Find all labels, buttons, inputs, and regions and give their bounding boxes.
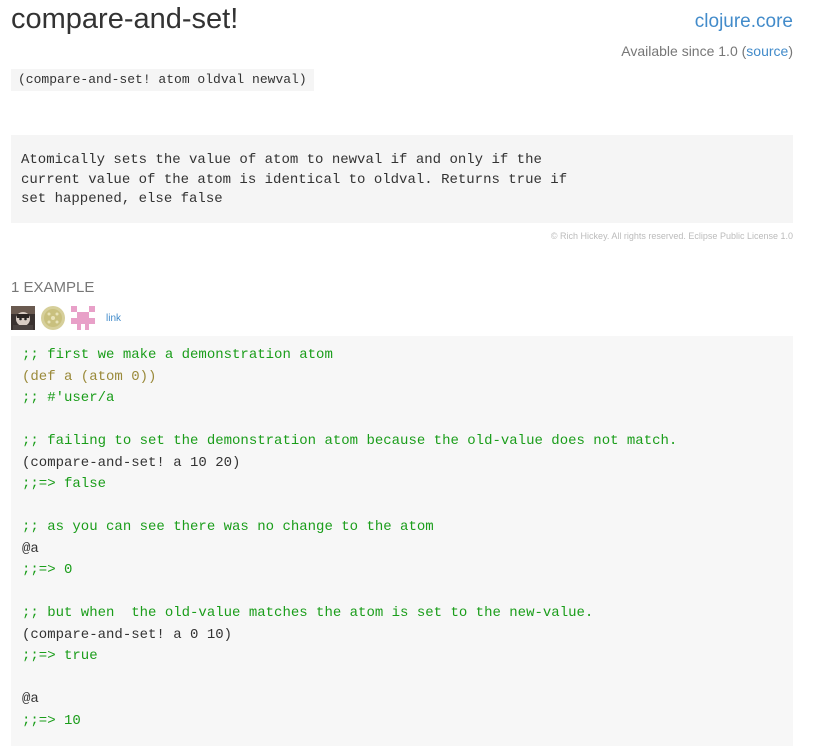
code-line: ;; #'user/a [22, 390, 115, 406]
code-line: ;; failing to set the demonstration atom… [22, 433, 678, 449]
docstring-line: set happened, else false [21, 191, 223, 207]
code-line: ;; but when the old-value matches the at… [22, 605, 594, 621]
code-line: ;;=> true [22, 648, 98, 664]
example-contributors: link [11, 306, 121, 330]
code-line: (compare-and-set! a 10 20) [22, 454, 241, 471]
code-line: (def a (atom 0)) [22, 368, 157, 385]
code-line: ;;=> 0 [22, 562, 73, 578]
user-avatar-photo-icon[interactable] [11, 306, 35, 330]
page-title: compare-and-set! [11, 3, 239, 35]
docstring-line: current value of the atom is identical t… [21, 171, 568, 188]
code-line: (compare-and-set! a 0 10) [22, 626, 233, 643]
code-line: ;;=> 10 [22, 712, 81, 729]
code-line: ;; as you can see there was no change to… [22, 519, 434, 535]
code-line: ;;=> false [22, 476, 107, 492]
docstring: Atomically sets the value of atom to new… [11, 135, 793, 210]
docstring-line: Atomically sets the value of atom to new… [21, 152, 542, 168]
source-link[interactable]: source [746, 43, 788, 59]
namespace-link[interactable]: clojure.core [695, 11, 793, 33]
available-since-close: ) [788, 43, 793, 59]
user-avatar-identicon-round-icon[interactable] [41, 306, 65, 330]
example-code: ;; first we make a demonstration atom (de… [11, 336, 793, 741]
available-since: Available since 1.0 (source) [621, 43, 793, 59]
user-avatar-identicon-pink-icon[interactable] [71, 306, 95, 330]
function-signature: (compare-and-set! atom oldval newval) [11, 69, 314, 91]
docstring-box: Atomically sets the value of atom to new… [11, 135, 793, 223]
available-since-text: Available since 1.0 ( [621, 43, 747, 59]
examples-heading: 1 EXAMPLE [11, 279, 95, 296]
code-line: @a [22, 540, 39, 557]
code-line: @a [22, 691, 39, 707]
example-permalink[interactable]: link [106, 313, 121, 324]
copyright-notice: © Rich Hickey. All rights reserved. Ecli… [550, 231, 793, 241]
code-line: ;; first we make a demonstration atom [22, 347, 333, 363]
example-code-block: ;; first we make a demonstration atom (de… [11, 336, 793, 746]
